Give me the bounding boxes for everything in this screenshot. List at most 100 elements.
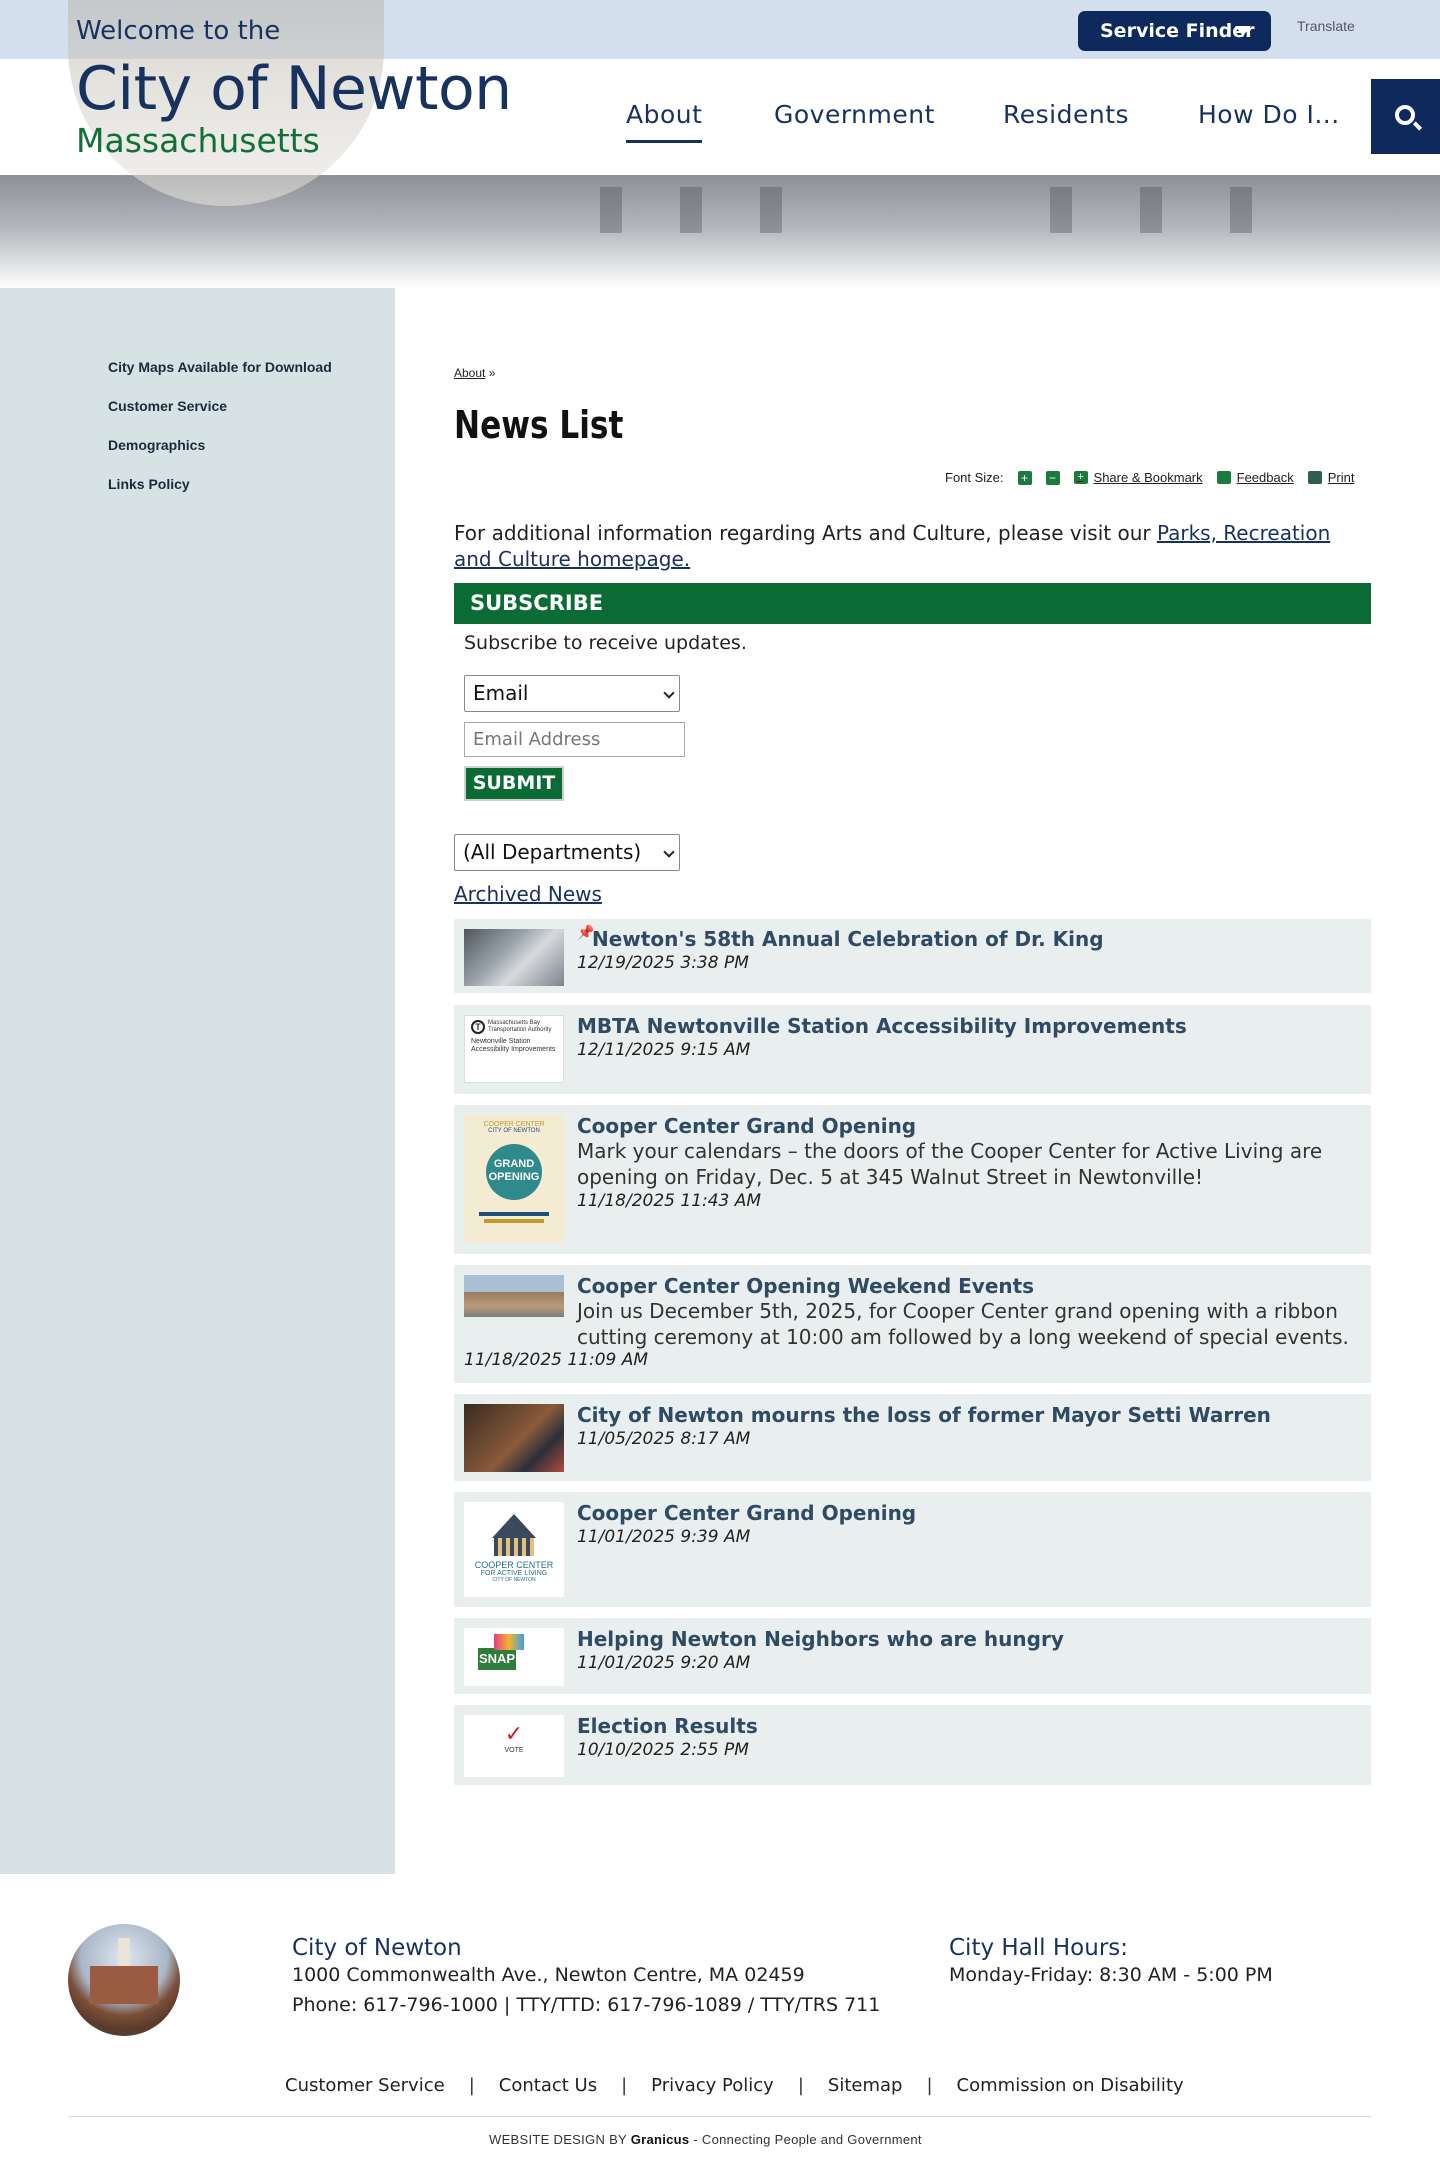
sidebar <box>0 288 395 1874</box>
news-title-link[interactable]: MBTA Newtonville Station Accessibility I… <box>577 1014 1187 1038</box>
intro-text: For additional information regarding Art… <box>454 521 1157 545</box>
share-label: Share & Bookmark <box>1093 470 1203 485</box>
mbta-line1: Massachusetts Bay <box>488 1020 541 1026</box>
font-increase-icon[interactable]: + <box>1017 470 1032 485</box>
news-date: 10/10/2025 2:55 PM <box>577 1740 749 1760</box>
cooper-logo-text-3: CITY OF NEWTON <box>492 1577 536 1583</box>
footer-separator: | <box>797 2075 804 2096</box>
department-filter-value: (All Departments) <box>463 840 642 864</box>
chevron-down-icon <box>663 846 675 858</box>
news-title-link[interactable]: City of Newton mourns the loss of former… <box>577 1403 1271 1427</box>
cooper-poster-top: COOPER CENTER <box>483 1121 545 1128</box>
share-icon: + <box>1073 471 1088 484</box>
news-title-link[interactable]: Cooper Center Grand Opening <box>577 1114 916 1138</box>
breadcrumb-about[interactable]: About <box>454 366 485 380</box>
news-date: 11/01/2025 9:20 AM <box>577 1653 751 1673</box>
seal-cupola <box>118 1938 130 1968</box>
hero-window <box>1050 187 1072 233</box>
mbta-t-icon: T <box>471 1020 485 1034</box>
site-logo-subtitle[interactable]: Massachusetts <box>76 121 320 160</box>
news-title-link[interactable]: Election Results <box>577 1714 758 1738</box>
share-bookmark-link[interactable]: + Share & Bookmark <box>1073 470 1203 485</box>
intro-paragraph: For additional information regarding Art… <box>454 520 1354 572</box>
news-item: City of Newton mourns the loss of former… <box>454 1394 1371 1481</box>
hero-window <box>1140 187 1162 233</box>
subscribe-method-value: Email <box>473 681 529 705</box>
footer-link-customer-service[interactable]: Customer Service <box>285 2075 445 2096</box>
service-finder-label: Service Finder <box>1100 20 1255 42</box>
email-address-input[interactable]: Email Address <box>464 722 685 757</box>
news-title-link[interactable]: Newton's 58th Annual Celebration of Dr. … <box>592 927 1104 951</box>
footer-link-contact-us[interactable]: Contact Us <box>499 2075 597 2096</box>
footer-address: 1000 Commonwealth Ave., Newton Centre, M… <box>292 1964 805 1986</box>
snap-logo: SNAP <box>478 1648 516 1670</box>
news-thumbnail-image[interactable]: COOPER CENTER FOR ACTIVE LIVING CITY OF … <box>464 1502 564 1597</box>
service-finder-button[interactable]: Service Finder <box>1078 11 1271 51</box>
nav-residents[interactable]: Residents <box>1003 100 1129 129</box>
news-description: Mark your calendars – the doors of the C… <box>577 1139 1323 1189</box>
hero-window <box>600 187 622 233</box>
news-thumbnail-image[interactable]: SNAP <box>464 1628 564 1686</box>
department-filter-select[interactable]: (All Departments) <box>454 834 680 871</box>
page-title: News List <box>454 403 624 447</box>
feedback-link[interactable]: Feedback <box>1216 470 1294 485</box>
news-description: Join us December 5th, 2025, for Cooper C… <box>577 1298 1353 1350</box>
news-thumbnail-image[interactable]: T Massachusetts Bay Transportation Author… <box>464 1015 564 1083</box>
breadcrumb-separator: » <box>488 366 496 380</box>
sidebar-item-links-policy[interactable]: Links Policy <box>108 476 190 492</box>
nav-about[interactable]: About <box>626 100 703 143</box>
search-icon <box>1395 105 1415 125</box>
translate-link[interactable]: Translate <box>1297 18 1355 34</box>
news-item: ✓ VOTE Election Results 10/10/2025 2:55 … <box>454 1705 1371 1785</box>
footer-link-sitemap[interactable]: Sitemap <box>828 2075 903 2096</box>
news-date: 11/05/2025 8:17 AM <box>577 1429 751 1449</box>
site-logo-title[interactable]: City of Newton <box>76 54 512 124</box>
archived-news-link[interactable]: Archived News <box>454 882 602 906</box>
footer-links: Customer Service | Contact Us | Privacy … <box>285 2075 1184 2096</box>
submit-button[interactable]: SUBMIT <box>464 766 564 801</box>
sidebar-item-demographics[interactable]: Demographics <box>108 437 205 453</box>
nav-government[interactable]: Government <box>774 100 935 129</box>
news-item: COOPER CENTER CITY OF NEWTON GRAND OPENIN… <box>454 1105 1371 1254</box>
news-thumbnail-image[interactable]: COOPER CENTER CITY OF NEWTON GRAND OPENIN… <box>464 1115 564 1243</box>
sidebar-item-customer-service[interactable]: Customer Service <box>108 398 227 414</box>
breadcrumb: About » <box>454 366 495 380</box>
vote-text: VOTE <box>504 1747 524 1754</box>
font-decrease-icon[interactable]: − <box>1045 470 1060 485</box>
cooper-logo-text-1: COOPER CENTER <box>474 1560 554 1570</box>
news-date: 11/18/2025 11:09 AM <box>464 1350 649 1370</box>
news-thumbnail-image[interactable] <box>464 929 564 986</box>
sidebar-item-city-maps[interactable]: City Maps Available for Download <box>108 359 332 375</box>
news-thumbnail-image[interactable] <box>464 1275 564 1317</box>
feedback-label: Feedback <box>1236 470 1294 485</box>
footer-phone: Phone: 617-796-1000 | TTY/TTD: 617-796-1… <box>292 1994 881 2016</box>
news-thumbnail-image[interactable] <box>464 1404 564 1472</box>
news-thumbnail-image[interactable]: ✓ VOTE <box>464 1715 564 1777</box>
poster-rule <box>484 1219 544 1223</box>
news-title-link[interactable]: Helping Newton Neighbors who are hungry <box>577 1627 1064 1651</box>
search-button[interactable] <box>1371 79 1440 154</box>
news-item: T Massachusetts Bay Transportation Author… <box>454 1005 1371 1094</box>
news-date: 12/19/2025 3:38 PM <box>577 953 749 973</box>
subscribe-method-select[interactable]: Email <box>464 675 680 712</box>
welcome-text: Welcome to the <box>76 16 281 46</box>
footer-hours-title: City Hall Hours: <box>949 1935 1129 1961</box>
granicus-link[interactable]: Granicus <box>631 2132 690 2147</box>
mbta-logo-row: T Massachusetts Bay Transportation Author… <box>471 1020 557 1034</box>
footer-link-commission-disability[interactable]: Commission on Disability <box>957 2075 1184 2096</box>
news-title-link[interactable]: Cooper Center Opening Weekend Events <box>577 1274 1034 1298</box>
chevron-down-icon <box>663 687 675 699</box>
footer-hours: Monday-Friday: 8:30 AM - 5:00 PM <box>949 1964 1273 1986</box>
footer-separator: | <box>621 2075 628 2096</box>
footer-link-privacy-policy[interactable]: Privacy Policy <box>651 2075 774 2096</box>
credit-prefix: WEBSITE DESIGN BY <box>489 2132 631 2147</box>
opening-text: OPENING <box>488 1171 540 1183</box>
print-link[interactable]: Print <box>1307 470 1354 485</box>
snap-bag-icon <box>494 1634 524 1650</box>
news-title-link[interactable]: Cooper Center Grand Opening <box>577 1501 916 1525</box>
city-hall-seal-image <box>68 1924 180 2036</box>
mbta-line2: Transportation Authority <box>488 1027 552 1033</box>
nav-how-do-i[interactable]: How Do I... <box>1198 100 1340 129</box>
mbta-authority: Massachusetts Bay Transportation Authorit… <box>488 1020 551 1034</box>
footer-separator: | <box>468 2075 475 2096</box>
